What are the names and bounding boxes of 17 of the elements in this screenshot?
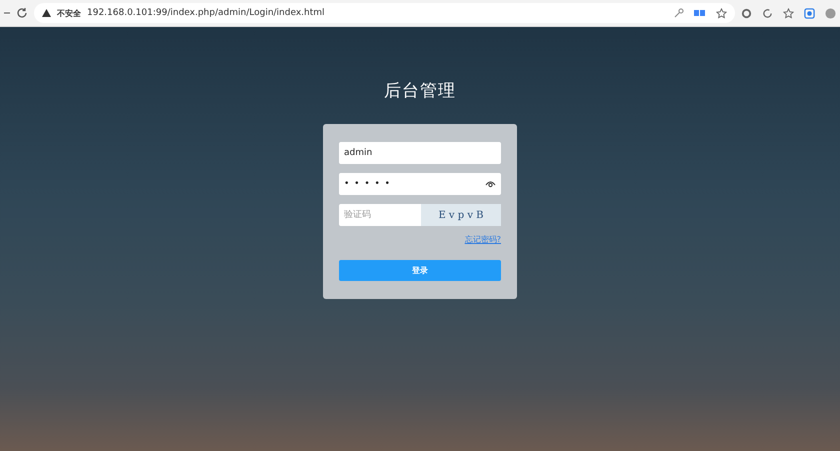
circle-icon[interactable] [741, 8, 752, 18]
warning-icon [42, 9, 51, 17]
password-field[interactable]: • • • • • [339, 173, 501, 195]
url-text: 192.168.0.101:99/index.php/admin/Login/index.html [87, 8, 325, 18]
profile-icon[interactable] [825, 8, 836, 18]
captcha-image[interactable]: E v p v B [421, 204, 501, 226]
security-label[interactable]: 不安全 [57, 8, 81, 18]
eye-icon[interactable] [485, 180, 496, 188]
reload-icon[interactable] [16, 7, 28, 19]
address-bar[interactable]: 不安全 192.168.0.101:99/index.php/admin/Login/index.html [34, 3, 735, 23]
star-icon[interactable] [716, 8, 727, 18]
page-title: 后台管理 [384, 80, 456, 102]
browser-icon[interactable] [804, 8, 815, 18]
captcha-field[interactable]: 验证码 E v p v B [339, 204, 501, 226]
key-icon[interactable] [674, 8, 684, 18]
favorites-icon[interactable] [783, 8, 794, 18]
username-field[interactable]: admin [339, 142, 501, 164]
